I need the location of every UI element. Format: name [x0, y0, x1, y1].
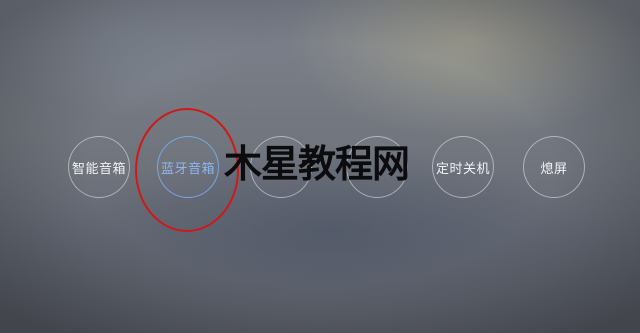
smart-speaker-button[interactable]: 智能音箱 — [68, 136, 130, 198]
screen-off-label: 熄屏 — [540, 161, 568, 177]
screen-off-button[interactable]: 熄屏 — [523, 136, 585, 198]
watermark-text: 木星教程网 — [224, 142, 410, 186]
sleep-timer-label: 定时关机 — [435, 161, 490, 177]
smart-speaker-label: 智能音箱 — [71, 161, 126, 177]
sleep-timer-button[interactable]: 定时关机 — [432, 136, 494, 198]
